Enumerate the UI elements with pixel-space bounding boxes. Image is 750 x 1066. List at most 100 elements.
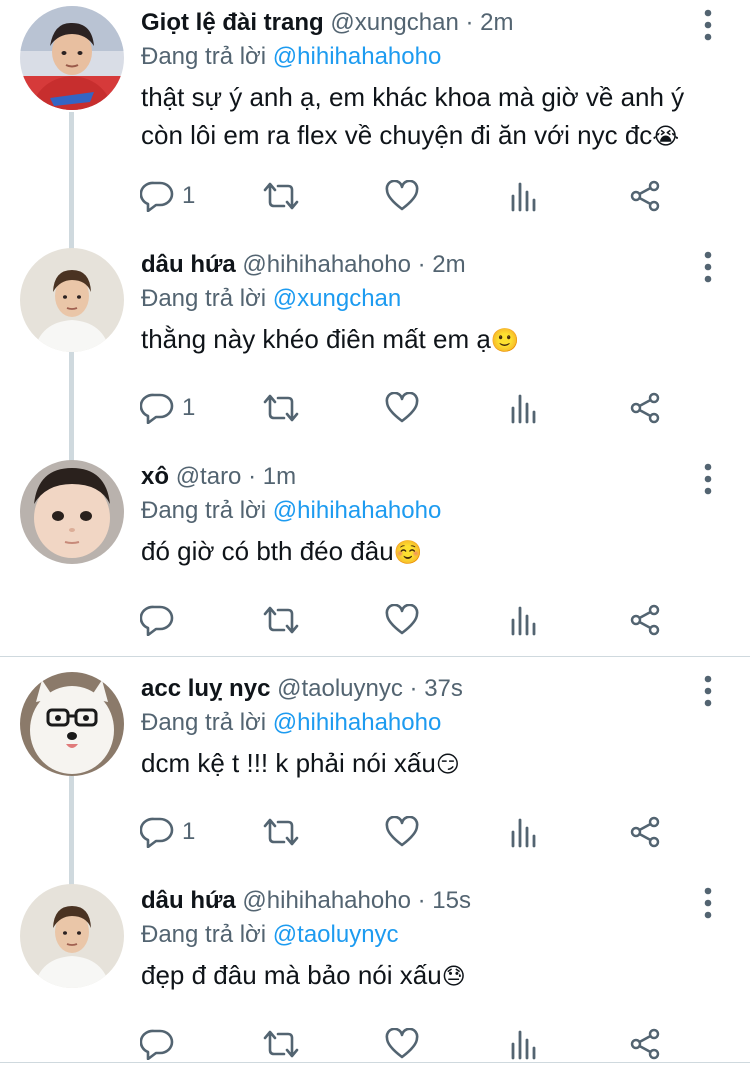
like-button[interactable] <box>385 176 419 216</box>
tweet-text: đẹp đ đâu mà bảo nói xấu😓 <box>141 956 726 995</box>
dot-separator: · <box>417 251 433 278</box>
more-icon[interactable] <box>690 886 726 920</box>
reply-thread: Giọt lệ đài trang @xungchan · 2m Đang tr… <box>0 0 750 1066</box>
emoji: 😭 <box>652 123 680 149</box>
user-handle[interactable]: @taoluynyc <box>277 675 403 702</box>
action-bar <box>0 1024 750 1064</box>
user-handle[interactable]: @hihihahahoho <box>242 251 411 278</box>
reply-mention-link[interactable]: @taoluynyc <box>273 921 399 948</box>
views-icon <box>511 1030 536 1060</box>
views-button[interactable] <box>510 600 538 640</box>
display-name[interactable]: Giọt lệ đài trang <box>141 9 324 36</box>
tweet-header: xô @taro · 1m <box>141 460 296 494</box>
avatar[interactable] <box>20 672 124 776</box>
like-button[interactable] <box>385 1024 419 1064</box>
reply-button[interactable] <box>140 600 182 640</box>
reply-icon <box>140 393 174 424</box>
heart-icon <box>385 816 419 847</box>
display-name[interactable]: acc luỵ nyc <box>141 675 270 702</box>
views-button[interactable] <box>510 812 538 852</box>
timestamp[interactable]: 2m <box>432 251 465 278</box>
tweet-body: dcm kệ t !!! k phải nói xấu <box>141 748 436 778</box>
reply-tweet[interactable]: Giọt lệ đài trang @xungchan · 2m Đang tr… <box>0 0 750 232</box>
retweet-icon <box>263 818 299 846</box>
replying-to: Đang trả lời @hihihahahoho <box>141 706 441 740</box>
avatar[interactable] <box>20 884 124 988</box>
timestamp[interactable]: 1m <box>263 463 296 490</box>
heart-icon <box>385 1028 419 1059</box>
avatar[interactable] <box>20 248 124 352</box>
action-bar: 1 <box>0 388 750 428</box>
retweet-icon <box>263 1030 299 1058</box>
reply-mention-link[interactable]: @hihihahahoho <box>273 497 442 524</box>
action-bar <box>0 600 750 640</box>
reply-button[interactable]: 1 <box>140 388 195 428</box>
emoji: ☺️ <box>393 539 423 565</box>
heart-icon <box>385 392 419 423</box>
reply-button[interactable] <box>140 1024 182 1064</box>
share-button[interactable] <box>629 812 661 852</box>
replying-prefix: Đang trả lời <box>141 921 267 948</box>
more-icon[interactable] <box>690 674 726 708</box>
retweet-button[interactable] <box>262 812 300 852</box>
like-button[interactable] <box>385 388 419 428</box>
reply-icon <box>140 181 174 212</box>
avatar[interactable] <box>20 460 124 564</box>
reply-tweet[interactable]: xô @taro · 1m Đang trả lời @hihihahahoho… <box>0 454 750 654</box>
reply-mention-link[interactable]: @xungchan <box>273 285 401 312</box>
views-icon <box>511 394 536 424</box>
display-name[interactable]: dâu hứa <box>141 887 236 914</box>
dot-separator: · <box>465 9 481 36</box>
retweet-button[interactable] <box>262 388 300 428</box>
share-icon <box>630 816 660 848</box>
views-button[interactable] <box>510 388 538 428</box>
more-icon[interactable] <box>690 462 726 496</box>
views-icon <box>511 182 536 212</box>
tweet-text: đó giờ có bth đéo đâu☺️ <box>141 532 726 571</box>
avatar[interactable] <box>20 6 124 110</box>
retweet-button[interactable] <box>262 1024 300 1064</box>
dot-separator: · <box>248 463 263 490</box>
more-icon[interactable] <box>690 8 726 42</box>
dot-separator: · <box>417 887 433 914</box>
tweet-text: thật sự ý anh ạ, em khác khoa mà giờ về … <box>141 78 726 155</box>
reply-button[interactable]: 1 <box>140 812 195 852</box>
retweet-button[interactable] <box>262 600 300 640</box>
replying-prefix: Đang trả lời <box>141 43 267 70</box>
share-icon <box>630 180 660 212</box>
views-button[interactable] <box>510 1024 538 1064</box>
like-button[interactable] <box>385 812 419 852</box>
replying-prefix: Đang trả lời <box>141 497 267 524</box>
timestamp[interactable]: 2m <box>480 9 513 36</box>
reply-tweet[interactable]: acc luỵ nyc @taoluynyc · 37s Đang trả lờ… <box>0 666 750 866</box>
tweet-body: thật sự ý anh ạ, em khác khoa mà giờ về … <box>141 82 685 150</box>
replying-prefix: Đang trả lời <box>141 709 267 736</box>
reply-mention-link[interactable]: @hihihahahoho <box>273 709 442 736</box>
timestamp[interactable]: 15s <box>432 887 471 914</box>
share-button[interactable] <box>629 600 661 640</box>
user-handle[interactable]: @taro <box>176 463 242 490</box>
reply-mention-link[interactable]: @hihihahahoho <box>273 43 442 70</box>
share-button[interactable] <box>629 388 661 428</box>
retweet-button[interactable] <box>262 176 300 216</box>
retweet-icon <box>263 182 299 210</box>
share-icon <box>630 1028 660 1060</box>
reply-button[interactable]: 1 <box>140 176 195 216</box>
display-name[interactable]: xô <box>141 463 169 490</box>
replying-to: Đang trả lời @hihihahahoho <box>141 40 441 74</box>
thread-separator <box>0 656 750 657</box>
share-button[interactable] <box>629 1024 661 1064</box>
timestamp[interactable]: 37s <box>424 675 463 702</box>
reply-icon <box>140 817 174 848</box>
reply-tweet[interactable]: dâu hứa @hihihahahoho · 15s Đang trả lời… <box>0 878 750 1062</box>
display-name[interactable]: dâu hứa <box>141 251 236 278</box>
dot-separator: · <box>409 675 425 702</box>
user-handle[interactable]: @hihihahahoho <box>242 887 411 914</box>
user-handle[interactable]: @xungchan <box>330 9 458 36</box>
share-button[interactable] <box>629 176 661 216</box>
views-button[interactable] <box>510 176 538 216</box>
reply-tweet[interactable]: dâu hứa @hihihahahoho · 2m Đang trả lời … <box>0 242 750 442</box>
share-icon <box>630 604 660 636</box>
like-button[interactable] <box>385 600 419 640</box>
more-icon[interactable] <box>690 250 726 284</box>
